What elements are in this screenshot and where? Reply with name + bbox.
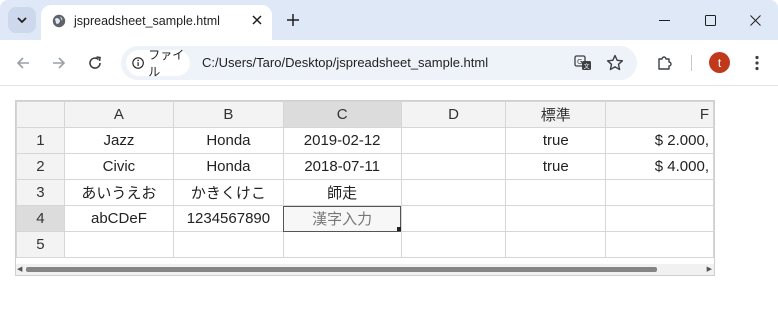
tab-strip: jspreadsheet_sample.html (0, 0, 778, 40)
row-header[interactable]: 4 (16, 205, 65, 232)
cell[interactable]: 2019-02-12 (282, 127, 402, 154)
reload-button[interactable] (84, 52, 106, 74)
cell[interactable]: Civic (63, 153, 175, 180)
table-row: 2 Civic Honda 2018-07-11 true $ 4.000, (16, 153, 714, 180)
cell[interactable] (400, 231, 507, 258)
cell[interactable] (63, 231, 175, 258)
profile-avatar[interactable]: t (709, 52, 730, 73)
tab-close-button[interactable] (248, 11, 266, 29)
site-info-chip[interactable]: ファイル (126, 48, 190, 79)
column-header-b[interactable]: B (173, 101, 284, 128)
cell[interactable] (505, 205, 607, 232)
minimize-icon (658, 19, 670, 21)
info-icon (132, 57, 144, 69)
cell[interactable] (505, 231, 607, 258)
active-cell-editor[interactable]: 漢字入力 (282, 205, 402, 232)
cell[interactable]: abCDeF (63, 205, 175, 232)
svg-text:G: G (577, 58, 582, 66)
cell[interactable] (282, 231, 402, 258)
cell[interactable]: Honda (173, 127, 284, 154)
fill-handle[interactable] (396, 227, 401, 231)
cell[interactable]: true (505, 153, 607, 180)
column-header-d[interactable]: D (400, 101, 507, 128)
address-bar[interactable]: ファイル C:/Users/Taro/Desktop/jspreadsheet_… (121, 46, 637, 80)
column-header-f[interactable]: F (605, 101, 714, 128)
reload-icon (89, 56, 101, 69)
spreadsheet-grid: A B C D 標準 F 1 Jazz Honda 2019-02-12 tru… (16, 101, 714, 258)
cell[interactable] (400, 153, 507, 180)
new-tab-button[interactable] (283, 10, 303, 30)
cell[interactable] (605, 205, 714, 232)
forward-button[interactable] (48, 52, 70, 74)
cell[interactable]: $ 4.000, (605, 153, 714, 180)
column-header-e[interactable]: 標準 (505, 101, 607, 128)
cell[interactable]: 師走 (282, 179, 402, 206)
column-header-row: A B C D 標準 F (16, 101, 714, 128)
back-arrow-icon (16, 57, 29, 69)
cell[interactable] (605, 179, 714, 206)
tab-title: jspreadsheet_sample.html (74, 14, 220, 28)
extensions-icon (658, 56, 672, 70)
row-header[interactable]: 5 (16, 231, 65, 258)
window-close-button[interactable] (745, 11, 765, 29)
back-button[interactable] (12, 52, 34, 74)
translate-icon: G文 (574, 55, 591, 71)
cell[interactable]: Jazz (63, 127, 175, 154)
corner-cell[interactable] (16, 101, 65, 128)
translate-button[interactable]: G文 (573, 53, 593, 73)
scroll-left-arrow-icon[interactable]: ◀ (17, 265, 22, 273)
window-close-icon (749, 14, 761, 26)
bookmark-button[interactable] (605, 53, 625, 73)
plus-icon (287, 14, 299, 26)
cell[interactable]: かきくけこ (173, 179, 284, 206)
browser-tab[interactable]: jspreadsheet_sample.html (41, 5, 272, 40)
cell[interactable] (505, 179, 607, 206)
cell[interactable]: $ 2.000, (605, 127, 714, 154)
spreadsheet: A B C D 標準 F 1 Jazz Honda 2019-02-12 tru… (15, 100, 715, 276)
column-header-c[interactable]: C (282, 101, 402, 128)
cell[interactable] (173, 231, 284, 258)
table-row: 1 Jazz Honda 2019-02-12 true $ 2.000, (16, 127, 714, 154)
horizontal-scrollbar[interactable]: ◀ ▶ (16, 264, 714, 275)
cell[interactable]: Honda (173, 153, 284, 180)
table-row: 5 (16, 231, 714, 258)
column-header-a[interactable]: A (63, 101, 175, 128)
toolbar-divider (691, 55, 692, 71)
url-text[interactable]: C:/Users/Taro/Desktop/jspreadsheet_sampl… (202, 55, 488, 70)
star-icon (606, 54, 624, 71)
cell[interactable] (400, 205, 507, 232)
cell[interactable]: 2018-07-11 (282, 153, 402, 180)
browser-menu-button[interactable] (747, 52, 767, 74)
scroll-right-arrow-icon[interactable]: ▶ (707, 265, 712, 273)
cell[interactable]: あいうえお (63, 179, 175, 206)
more-vert-icon (755, 55, 759, 71)
table-row: 4 abCDeF 1234567890 漢字入力 (16, 205, 714, 232)
maximize-icon (704, 14, 716, 26)
file-scheme-label: ファイル (148, 48, 185, 79)
row-header[interactable]: 1 (16, 127, 65, 154)
browser-toolbar: ファイル C:/Users/Taro/Desktop/jspreadsheet_… (0, 40, 778, 86)
forward-arrow-icon (53, 57, 66, 69)
row-header[interactable]: 2 (16, 153, 65, 180)
scrollbar-thumb[interactable] (26, 267, 657, 272)
cell[interactable] (605, 231, 714, 258)
extensions-button[interactable] (654, 52, 676, 74)
svg-text:文: 文 (584, 63, 590, 71)
tab-search-button[interactable] (8, 7, 36, 33)
maximize-button[interactable] (700, 11, 720, 29)
cell[interactable] (400, 127, 507, 154)
minimize-button[interactable] (654, 11, 674, 29)
tab-search-icon (17, 17, 27, 24)
row-header[interactable]: 3 (16, 179, 65, 206)
table-row: 3 あいうえお かきくけこ 師走 (16, 179, 714, 206)
close-icon (252, 15, 262, 25)
cell[interactable]: 1234567890 (173, 205, 284, 232)
globe-icon (52, 14, 66, 28)
active-cell-value: 漢字入力 (312, 211, 373, 228)
cell[interactable] (400, 179, 507, 206)
cell[interactable]: true (505, 127, 607, 154)
